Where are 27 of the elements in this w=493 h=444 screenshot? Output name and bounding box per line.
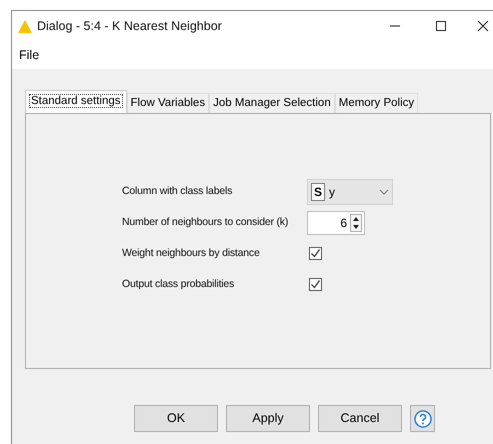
string-type-badge: S bbox=[311, 182, 326, 200]
tab[interactable]: Job Manager Selection bbox=[209, 93, 335, 113]
maximize-icon[interactable] bbox=[435, 20, 447, 32]
setting-label: Number of neighbours to consider (k) bbox=[122, 214, 290, 230]
tab[interactable]: Standard settings bbox=[25, 90, 127, 113]
help-button[interactable] bbox=[410, 405, 435, 432]
checkbox[interactable] bbox=[309, 247, 322, 260]
dialog-button[interactable]: Cancel bbox=[318, 405, 402, 432]
warning-triangle-icon bbox=[18, 20, 32, 32]
spinner-value: 6 bbox=[339, 214, 348, 232]
chevron-down-icon bbox=[379, 188, 389, 194]
setting-label: Weight neighbours by distance bbox=[122, 246, 261, 261]
spinner-arrows-icon[interactable] bbox=[350, 214, 362, 232]
dialog-button[interactable]: Apply bbox=[226, 405, 310, 432]
dropdown-value: y bbox=[329, 184, 336, 200]
setting-label: Output class probabilities bbox=[122, 276, 236, 292]
setting-label: Column with class labels bbox=[122, 184, 234, 199]
window-title: Dialog - 5:4 - K Nearest Neighbor bbox=[37, 18, 223, 35]
close-icon[interactable] bbox=[477, 20, 489, 32]
menu-item[interactable]: File bbox=[19, 46, 40, 64]
tab[interactable]: Memory Policy bbox=[334, 93, 418, 113]
number-spinner[interactable]: 6 bbox=[307, 210, 365, 234]
checkbox[interactable] bbox=[309, 278, 322, 291]
dialog-button[interactable]: OK bbox=[134, 405, 218, 432]
column-dropdown[interactable]: S y bbox=[307, 178, 393, 204]
tab[interactable]: Flow Variables bbox=[126, 93, 210, 113]
help-icon bbox=[414, 410, 432, 428]
